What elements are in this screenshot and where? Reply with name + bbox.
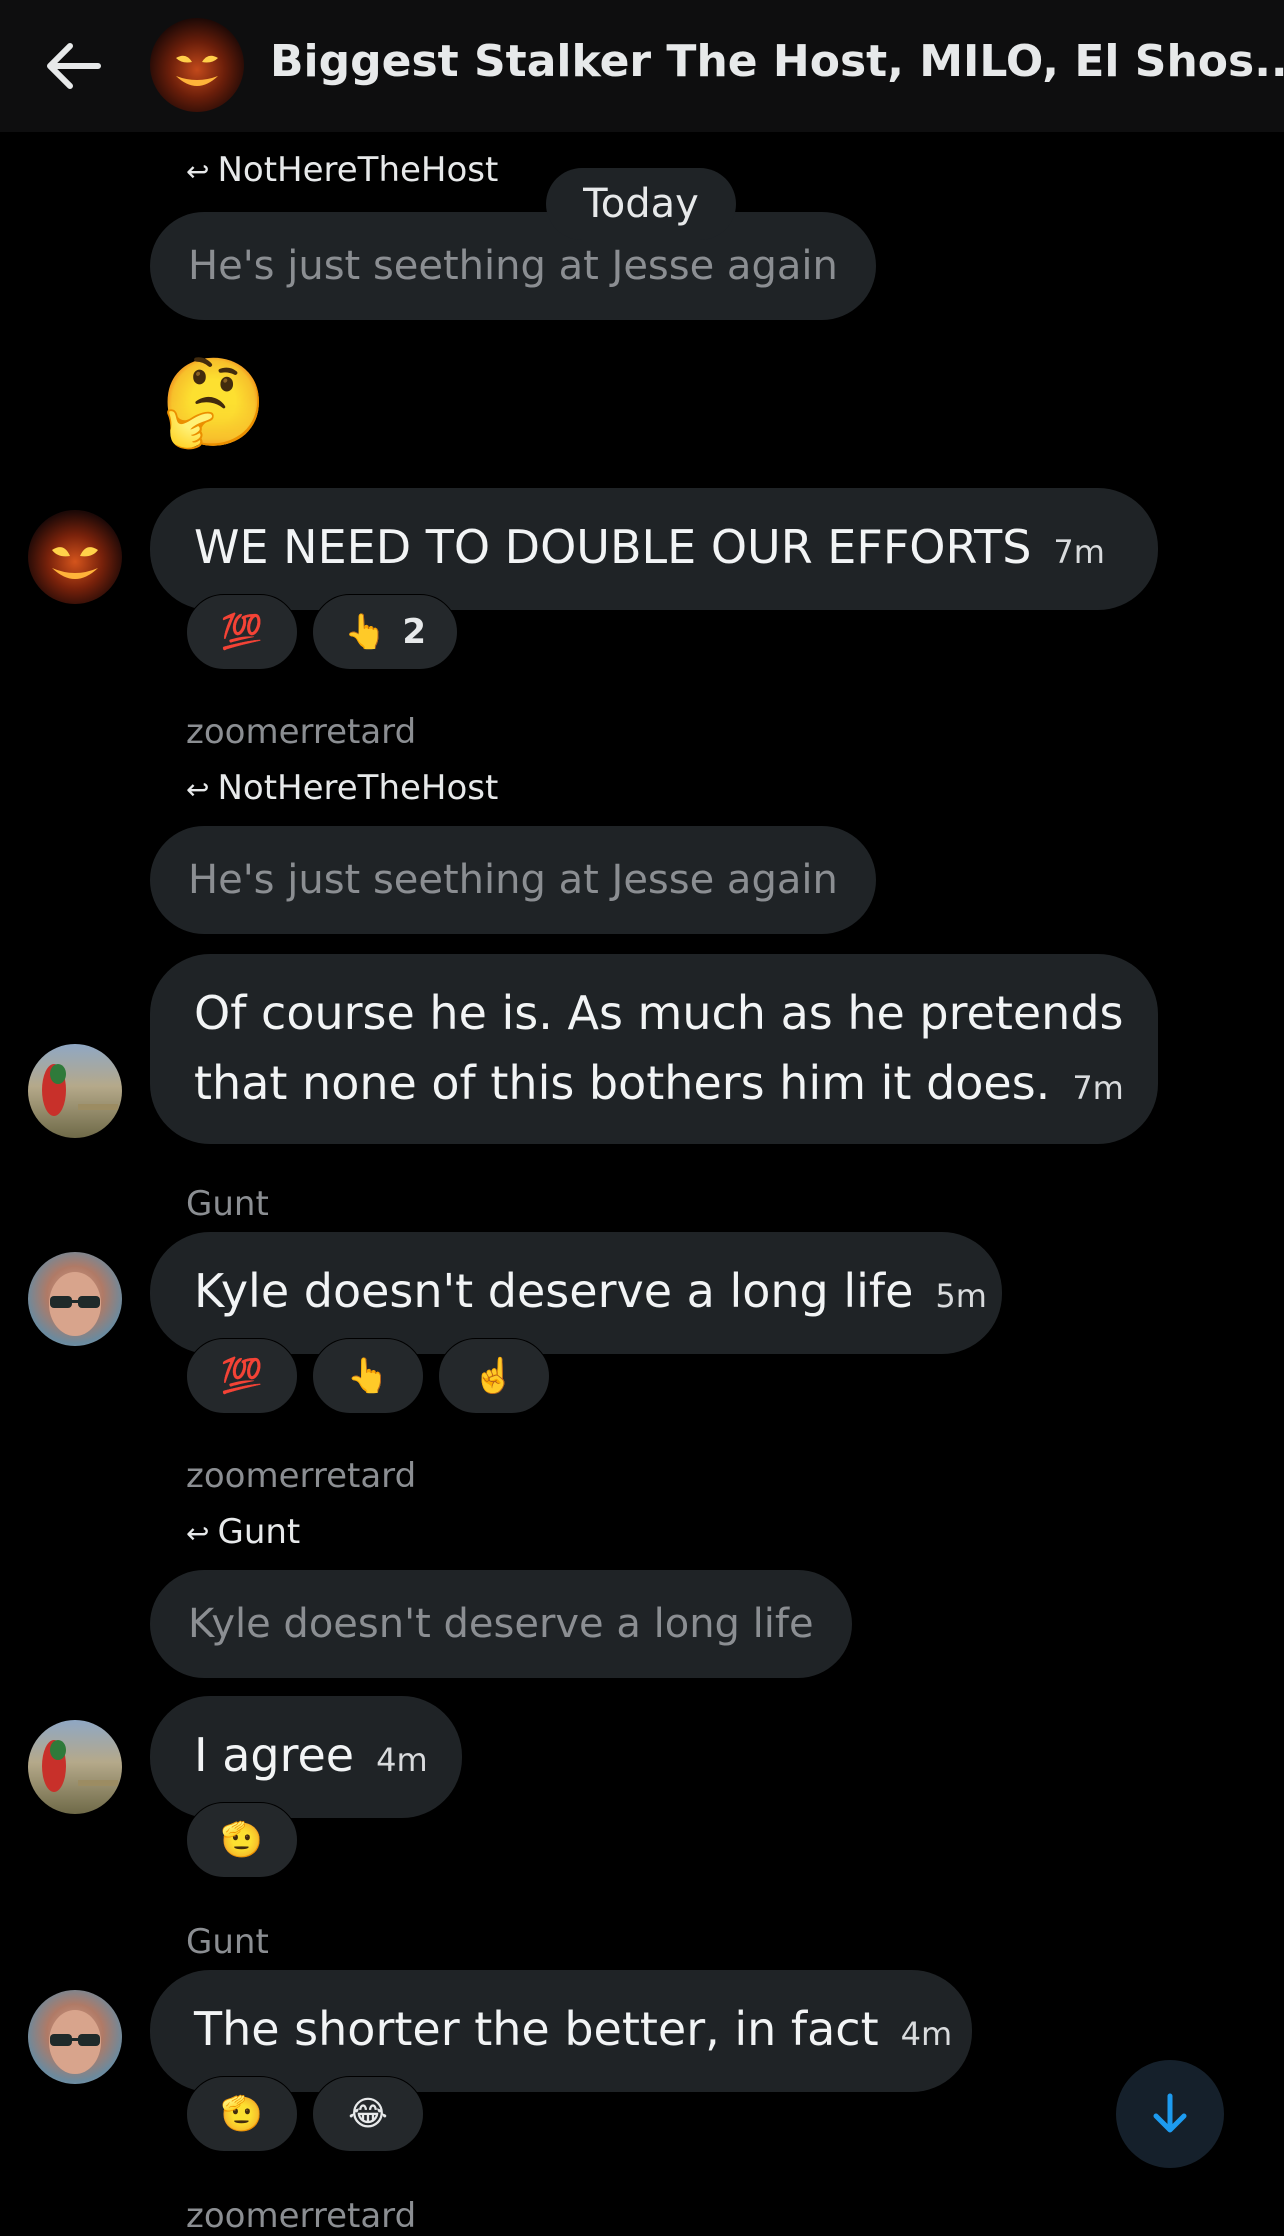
reaction-hundred[interactable]: 💯 — [186, 1338, 298, 1414]
sender-name: zoomerretard — [186, 712, 417, 752]
group-avatar[interactable] — [150, 18, 244, 112]
reply-arrow-icon: ↩ — [186, 155, 210, 188]
message-bubble[interactable]: I agree 4m — [150, 1696, 462, 1818]
arrow-down-icon — [1153, 2093, 1187, 2133]
reaction-point-up[interactable]: 👆 2 — [312, 594, 458, 670]
reaction-laugh[interactable]: 😂 — [312, 2076, 424, 2152]
reply-arrow-icon: ↩ — [186, 773, 210, 806]
message-bubble[interactable]: WE NEED TO DOUBLE OUR EFFORTS 7m — [150, 488, 1158, 610]
avatar[interactable] — [28, 1252, 122, 1346]
back-button[interactable] — [40, 38, 106, 94]
quoted-message[interactable]: He's just seething at Jesse again — [150, 826, 876, 934]
message-text-line: Of course he is. As much as he pretends — [194, 986, 1124, 1040]
avatar[interactable] — [28, 510, 122, 604]
sender-name: Gunt — [186, 1922, 269, 1962]
reply-to-label: ↩ NotHereTheHost — [186, 150, 499, 190]
conversation-title[interactable]: Biggest Stalker The Host, MILO, El Shos.… — [270, 36, 1284, 87]
avatar[interactable] — [28, 1044, 122, 1138]
reply-arrow-icon: ↩ — [186, 1517, 210, 1550]
reaction-salute[interactable]: 🫡 — [186, 2076, 298, 2152]
message-text: Kyle doesn't deserve a long life — [194, 1264, 914, 1318]
reply-to-label: ↩ Gunt — [186, 1512, 301, 1552]
quoted-message[interactable]: He's just seething at Jesse again — [150, 212, 876, 320]
message-bubble[interactable]: Of course he is. As much as he pretends … — [150, 954, 1158, 1144]
scroll-to-bottom-button[interactable] — [1116, 2060, 1224, 2168]
message-text: The shorter the better, in fact — [194, 2002, 879, 2056]
message-time: 4m — [376, 1741, 428, 1779]
sender-name: Gunt — [186, 1184, 269, 1224]
reaction-index-up[interactable]: ☝️ — [438, 1338, 550, 1414]
message-time: 5m — [935, 1277, 987, 1315]
date-divider: Today — [546, 168, 736, 240]
avatar[interactable] — [28, 1990, 122, 2084]
reaction-point-up[interactable]: 👆 — [312, 1338, 424, 1414]
avatar[interactable] — [28, 1720, 122, 1814]
message-time: 7m — [1053, 533, 1105, 571]
message-text-line: that none of this bothers him it does. — [194, 1056, 1051, 1110]
message-bubble[interactable]: The shorter the better, in fact 4m — [150, 1970, 972, 2092]
thinking-emoji-message[interactable]: 🤔 — [160, 352, 267, 453]
message-bubble[interactable]: Kyle doesn't deserve a long life 5m — [150, 1232, 1002, 1354]
message-text: WE NEED TO DOUBLE OUR EFFORTS — [194, 520, 1032, 574]
message-time: 7m — [1072, 1069, 1124, 1107]
reaction-salute[interactable]: 🫡 — [186, 1802, 298, 1878]
message-time: 4m — [900, 2015, 953, 2053]
sender-name: zoomerretard — [186, 1456, 417, 1496]
message-text: I agree — [194, 1728, 355, 1782]
conversation-header: Biggest Stalker The Host, MILO, El Shos.… — [0, 0, 1284, 132]
sender-name: zoomerretard — [186, 2196, 417, 2236]
arrow-left-icon — [47, 43, 101, 89]
quoted-message[interactable]: Kyle doesn't deserve a long life — [150, 1570, 852, 1678]
reaction-hundred[interactable]: 💯 — [186, 594, 298, 670]
reply-to-label: ↩ NotHereTheHost — [186, 768, 499, 808]
